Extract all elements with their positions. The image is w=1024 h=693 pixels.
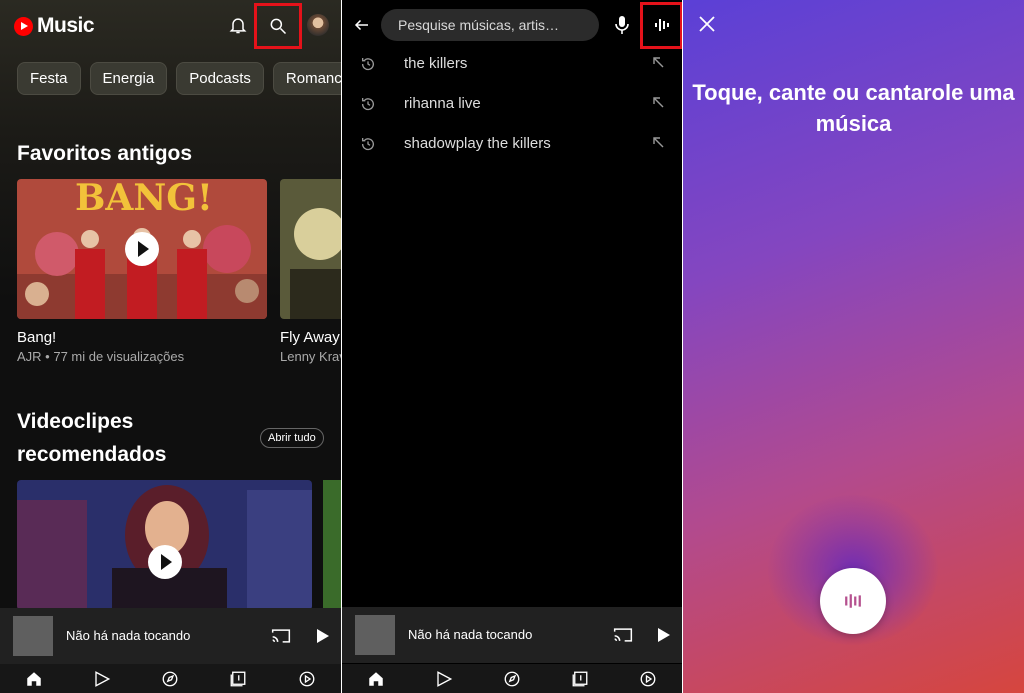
video-thumbnail[interactable] <box>17 480 312 610</box>
chip-festa[interactable]: Festa <box>17 62 81 95</box>
youtube-music-logo-icon <box>14 16 33 36</box>
album-art-placeholder <box>13 616 53 656</box>
chip-podcasts[interactable]: Podcasts <box>176 62 264 95</box>
library-icon[interactable] <box>228 669 248 689</box>
history-icon <box>359 135 377 153</box>
search-screen: Pesquise músicas, artis… the killers rih… <box>342 0 682 693</box>
prompt-line: Toque, cante ou cantarole uma <box>692 80 1015 105</box>
samples-icon[interactable] <box>434 669 454 689</box>
fill-query-arrow-icon[interactable] <box>650 54 666 70</box>
section-title-recomendados: recomendados <box>17 443 167 466</box>
home-icon[interactable] <box>366 669 386 689</box>
home-icon[interactable] <box>24 669 44 689</box>
see-all-button[interactable]: Abrir tudo <box>260 428 324 448</box>
home-screen: Music Festa Energia Podcasts Romance Fav… <box>0 0 341 693</box>
mood-chips: Festa Energia Podcasts Romance <box>17 62 341 95</box>
library-icon[interactable] <box>570 669 590 689</box>
search-input[interactable]: Pesquise músicas, artis… <box>381 9 599 41</box>
album-art-placeholder <box>355 615 395 655</box>
card-title[interactable]: Bang! <box>17 329 56 346</box>
search-placeholder: Pesquise músicas, artis… <box>398 17 560 33</box>
now-playing-text: Não há nada tocando <box>408 627 533 642</box>
upgrade-icon[interactable] <box>297 669 317 689</box>
fill-query-arrow-icon[interactable] <box>650 134 666 150</box>
history-item[interactable]: rihanna live <box>342 84 682 124</box>
history-item[interactable]: shadowplay the killers <box>342 124 682 164</box>
card-title[interactable]: Fly Away <box>280 329 340 346</box>
avatar[interactable] <box>307 14 329 36</box>
video-thumbnail[interactable] <box>323 480 341 610</box>
card-thumbnail-fly-away[interactable] <box>280 179 341 319</box>
now-playing-text: Não há nada tocando <box>66 628 191 643</box>
history-item-label: shadowplay the killers <box>404 135 551 152</box>
back-arrow-icon[interactable] <box>351 14 373 36</box>
app-name: Music <box>37 14 95 37</box>
thumbnail-title-art: BANG! <box>75 179 213 219</box>
history-item[interactable]: the killers <box>342 44 682 84</box>
cast-icon[interactable] <box>270 626 292 646</box>
song-recognition-screen: Toque, cante ou cantarole uma música <box>683 0 1024 693</box>
bottom-navigation <box>0 664 341 693</box>
youtube-music-logo[interactable]: Music <box>14 14 95 38</box>
microphone-icon[interactable] <box>612 14 632 36</box>
play-icon[interactable] <box>148 545 182 579</box>
fill-query-arrow-icon[interactable] <box>650 94 666 110</box>
explore-icon[interactable] <box>502 669 522 689</box>
bottom-navigation <box>342 664 682 693</box>
mini-player[interactable]: Não há nada tocando <box>342 607 682 663</box>
upgrade-icon[interactable] <box>638 669 658 689</box>
mini-player[interactable]: Não há nada tocando <box>0 608 341 664</box>
card-subtitle[interactable]: Lenny Krav <box>280 349 341 364</box>
cast-icon[interactable] <box>612 625 634 645</box>
play-icon[interactable] <box>654 625 674 645</box>
close-icon[interactable] <box>696 13 718 35</box>
bell-icon[interactable] <box>227 14 249 36</box>
song-recognition-icon <box>843 591 863 611</box>
search-icon[interactable] <box>266 14 290 38</box>
section-title-favoritos: Favoritos antigos <box>17 142 193 165</box>
card-thumbnail-bang[interactable]: BANG! <box>17 179 267 319</box>
history-item-label: rihanna live <box>404 95 481 112</box>
chip-energia[interactable]: Energia <box>89 62 168 95</box>
history-item-label: the killers <box>404 55 468 72</box>
section-title-videoclipes: Videoclipes <box>17 410 134 433</box>
play-icon[interactable] <box>313 626 333 646</box>
song-recognition-icon[interactable] <box>651 14 673 36</box>
chip-romance[interactable]: Romance <box>272 62 341 95</box>
card-subtitle[interactable]: AJR • 77 mi de visualizações <box>17 349 184 364</box>
start-recognition-button[interactable] <box>820 568 886 634</box>
history-icon <box>359 55 377 73</box>
history-icon <box>359 95 377 113</box>
explore-icon[interactable] <box>160 669 180 689</box>
play-icon[interactable] <box>125 232 159 266</box>
prompt-line: música <box>815 111 892 136</box>
samples-icon[interactable] <box>92 669 112 689</box>
recognition-prompt: Toque, cante ou cantarole uma música <box>683 77 1024 139</box>
